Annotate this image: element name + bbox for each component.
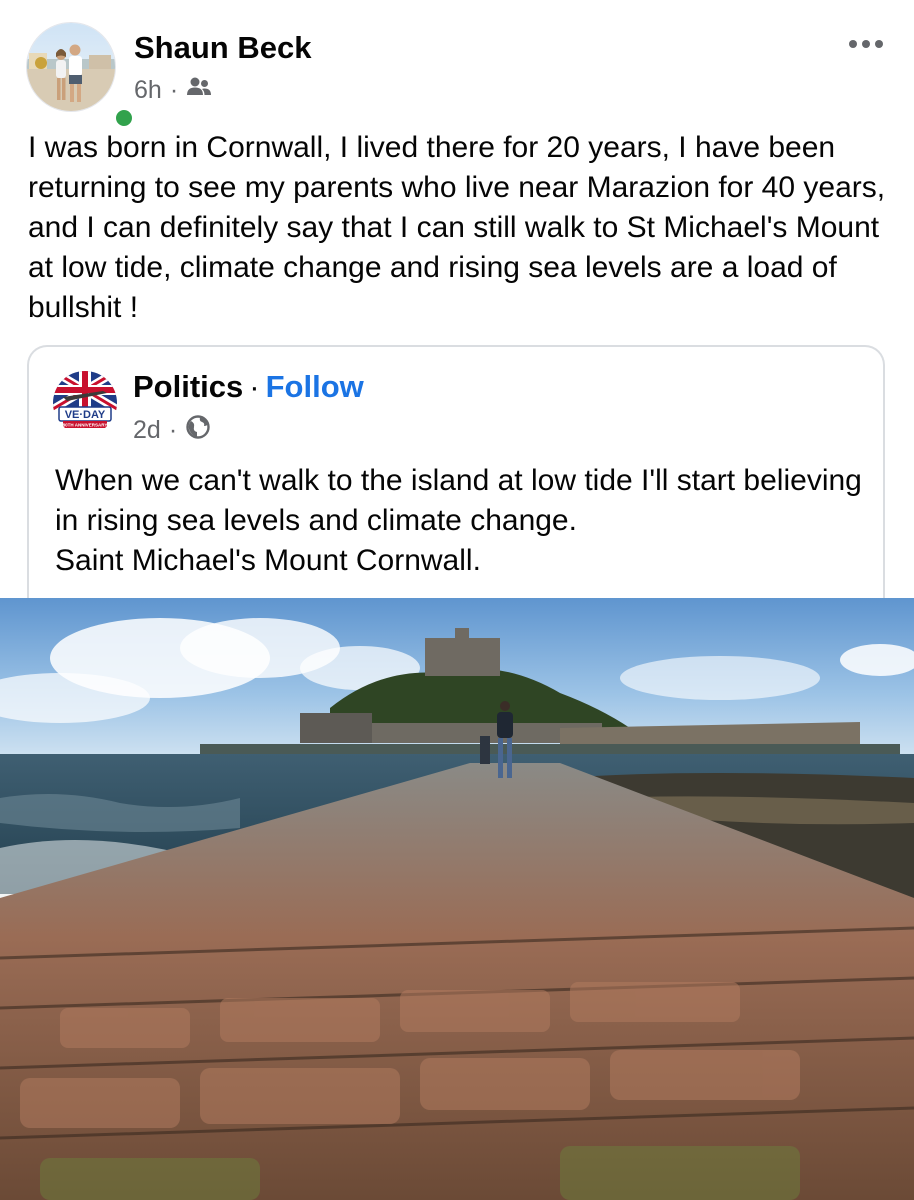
- author-avatar-photo: [27, 23, 115, 111]
- post-time[interactable]: 6h: [134, 76, 162, 105]
- post-meta: 6h ·: [134, 76, 212, 104]
- post-text: I was born in Cornwall, I lived there fo…: [28, 131, 886, 324]
- meta-separator: ·: [169, 75, 179, 104]
- author-avatar[interactable]: [26, 22, 116, 112]
- follow-button[interactable]: Follow: [266, 369, 364, 404]
- shared-post-time[interactable]: 2d: [133, 416, 161, 445]
- page-name[interactable]: Politics: [133, 369, 243, 404]
- shared-post-meta: 2d ·: [133, 414, 211, 447]
- ve-day-text: VE·DAY: [65, 409, 106, 421]
- author-avatar-wrap[interactable]: [26, 22, 136, 130]
- causeway-photo: [0, 598, 914, 1200]
- post-photo[interactable]: [0, 598, 914, 1200]
- post-header: Shaun Beck 6h ·: [0, 0, 914, 130]
- ve-day-subtext: 80TH ANNIVERSARY: [63, 423, 108, 428]
- page-avatar[interactable]: VE·DAY 80TH ANNIVERSARY: [53, 371, 117, 435]
- more-options-icon: [849, 40, 883, 48]
- more-options-button[interactable]: [838, 24, 894, 64]
- shared-post-card[interactable]: VE·DAY 80TH ANNIVERSARY Politics · Follow …: [27, 345, 885, 625]
- page-name-row: Politics · Follow: [133, 369, 364, 405]
- online-status-dot: [112, 106, 136, 130]
- globe-icon[interactable]: [185, 414, 211, 447]
- friends-icon[interactable]: [186, 76, 212, 105]
- shared-meta-separator: ·: [168, 415, 178, 444]
- ve-day-logo: VE·DAY 80TH ANNIVERSARY: [53, 371, 117, 435]
- author-name[interactable]: Shaun Beck: [134, 30, 311, 66]
- shared-post-text: When we can't walk to the island at low …: [55, 464, 862, 577]
- name-separator: ·: [249, 369, 260, 404]
